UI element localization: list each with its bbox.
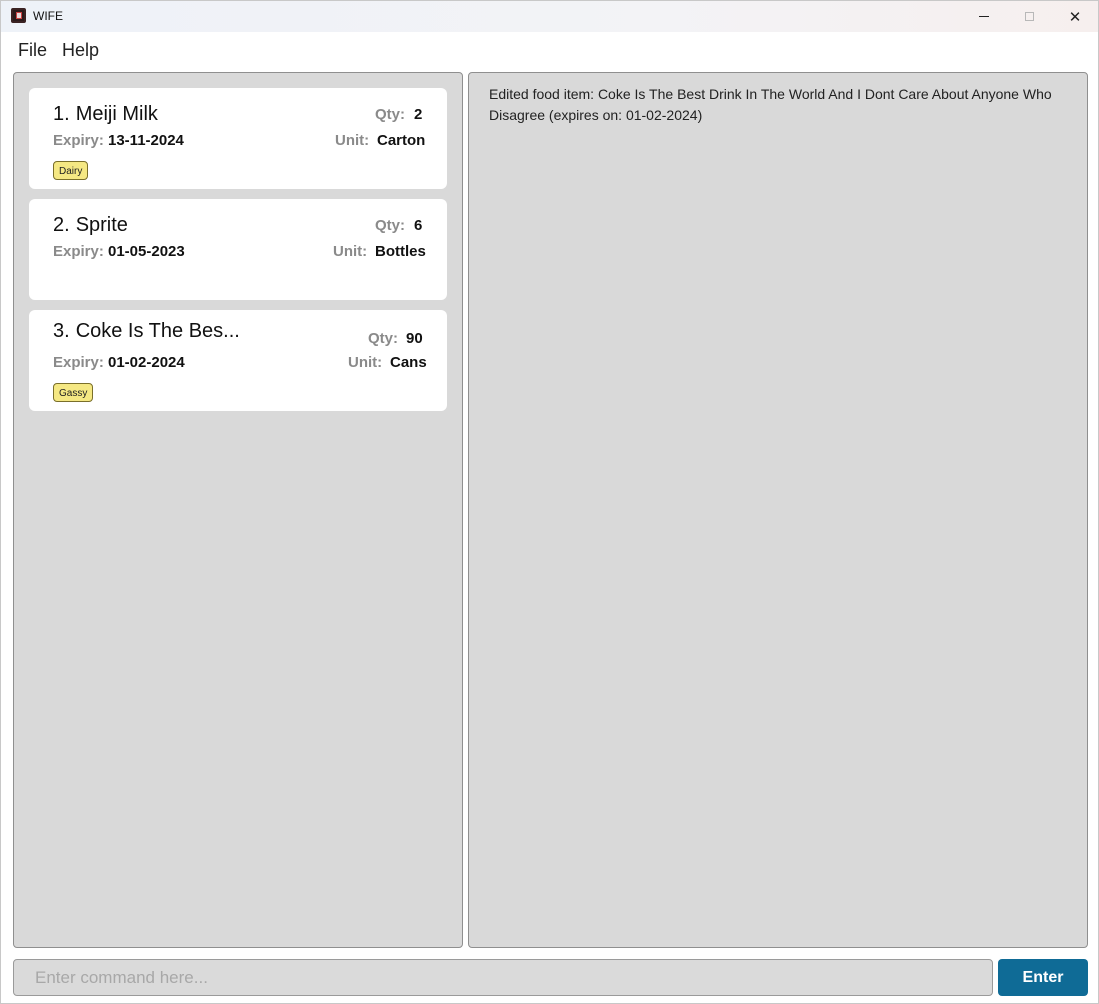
expiry-value: 13-11-2024 — [108, 132, 184, 149]
qty-label: Qty: — [375, 217, 405, 234]
expiry-label: Expiry: — [53, 132, 104, 149]
tag-badge: Gassy — [53, 383, 94, 402]
food-name: 1. Meiji Milk — [53, 103, 158, 126]
menu-file[interactable]: File — [18, 40, 47, 61]
menu-help[interactable]: Help — [62, 40, 99, 61]
result-message: Edited food item: Coke Is The Best Drink… — [489, 86, 1052, 123]
maximize-button[interactable] — [1006, 1, 1052, 32]
expiry-value: 01-05-2023 — [108, 243, 185, 260]
menu-bar: File Help — [1, 32, 1098, 66]
food-index: 1. — [53, 103, 70, 125]
food-card[interactable]: 2. Sprite Qty: 6 Expiry: 01-05-2023 Unit:… — [29, 199, 447, 300]
unit-value: Carton — [377, 132, 426, 149]
tag-badge: Dairy — [53, 161, 89, 180]
food-name: 3. Coke Is The Bes... — [53, 320, 240, 343]
expiry-label: Expiry: — [53, 354, 104, 371]
unit-label: Unit: — [335, 132, 370, 149]
close-icon: ✕ — [1068, 8, 1082, 26]
food-name-text: Coke Is The Bes... — [75, 320, 240, 342]
result-display-panel[interactable]: Edited food item: Coke Is The Best Drink… — [468, 72, 1088, 948]
qty-value: 90 — [406, 330, 423, 347]
unit-label: Unit: — [333, 243, 368, 260]
app-logo-icon — [11, 8, 26, 23]
unit-value: Bottles — [375, 243, 426, 260]
maximize-icon — [1024, 12, 1034, 21]
minimize-icon — [979, 16, 989, 17]
qty-value: 6 — [414, 217, 423, 234]
food-list-panel[interactable]: 1. Meiji Milk Qty: 2 Expiry: 13-11-2024 U… — [13, 72, 463, 948]
unit-value: Cans — [390, 354, 427, 371]
expiry-value: 01-02-2024 — [108, 354, 185, 371]
command-input[interactable] — [13, 959, 993, 996]
food-index: 2. — [53, 214, 70, 236]
close-button[interactable]: ✕ — [1052, 1, 1098, 32]
unit-label: Unit: — [348, 354, 383, 371]
title-bar[interactable]: WIFE ✕ — [1, 1, 1098, 32]
food-card[interactable]: 3. Coke Is The Bes... Qty: 90 Expiry: 01-… — [29, 310, 447, 411]
food-name: 2. Sprite — [53, 214, 128, 237]
qty-value: 2 — [414, 106, 423, 123]
expiry-label: Expiry: — [53, 243, 104, 260]
qty-label: Qty: — [375, 106, 405, 123]
food-card[interactable]: 1. Meiji Milk Qty: 2 Expiry: 13-11-2024 U… — [29, 88, 447, 189]
food-name-text: Meiji Milk — [75, 103, 158, 125]
enter-button[interactable]: Enter — [998, 959, 1088, 996]
food-index: 3. — [53, 320, 70, 342]
minimize-button[interactable] — [961, 1, 1007, 32]
qty-label: Qty: — [368, 330, 398, 347]
food-name-text: Sprite — [75, 214, 128, 236]
window-title: WIFE — [33, 9, 63, 23]
app-window: WIFE ✕ File Help 1. Meiji Milk Qty: 2 Exp… — [0, 0, 1099, 1004]
